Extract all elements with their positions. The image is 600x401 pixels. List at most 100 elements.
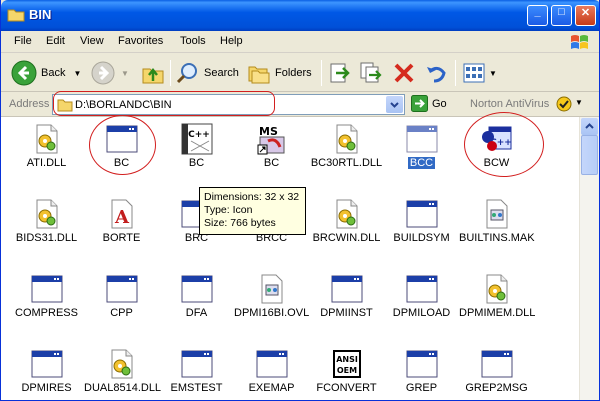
dll-icon	[481, 273, 513, 305]
views-dropdown-icon[interactable]: ▼	[489, 69, 497, 78]
close-button[interactable]: ✕	[575, 5, 596, 26]
search-label: Search	[204, 67, 239, 79]
file-name-text: BC	[263, 157, 280, 169]
file-name-text: GREP2MSG	[465, 382, 528, 394]
up-folder-button[interactable]	[141, 60, 165, 86]
dll-icon	[331, 123, 363, 155]
file-item[interactable]: MS BC	[234, 117, 309, 189]
file-item[interactable]: EXEMAP	[234, 342, 309, 400]
menu-tools[interactable]: Tools	[180, 35, 206, 47]
file-name-text: DUAL8514.DLL	[84, 382, 162, 394]
norton-shield-icon[interactable]	[556, 96, 572, 112]
svg-text:A: A	[114, 207, 130, 228]
file-item[interactable]: DUAL8514.DLL	[84, 342, 162, 400]
back-label: Back	[41, 67, 66, 79]
file-item[interactable]: DFA	[159, 267, 234, 339]
views-button[interactable]: ▼	[462, 60, 497, 86]
undo-button[interactable]	[424, 60, 448, 86]
scroll-thumb[interactable]	[581, 135, 598, 175]
file-item[interactable]: ATI.DLL	[9, 117, 84, 189]
file-item[interactable]: DPMI16BI.OVL	[234, 267, 309, 339]
menu-file[interactable]: File	[14, 35, 32, 47]
folders-button[interactable]: Folders	[247, 60, 312, 86]
file-item[interactable]: DPMILOAD	[384, 267, 459, 339]
go-button[interactable]: Go	[411, 95, 447, 112]
forward-dropdown-icon[interactable]: ▼	[121, 69, 129, 78]
file-item[interactable]: GREP2MSG	[459, 342, 534, 400]
file-item[interactable]: BCC	[384, 117, 459, 189]
menu-favorites[interactable]: Favorites	[118, 35, 163, 47]
back-button[interactable]: Back ▼	[11, 60, 81, 86]
file-name: BUILDSYM	[384, 232, 459, 244]
window-app-icon	[406, 273, 438, 305]
up-folder-icon	[142, 67, 164, 84]
document-icon	[481, 198, 513, 230]
file-name: DPMIMEM.DLL	[459, 307, 535, 319]
title-bar[interactable]: BIN _ □ ✕	[1, 0, 599, 31]
file-name: BC	[159, 157, 234, 169]
menu-help[interactable]: Help	[220, 35, 243, 47]
file-item[interactable]: GREP	[384, 342, 459, 400]
file-item[interactable]: BIDS31.DLL	[9, 192, 84, 264]
file-name-text: EMSTEST	[170, 382, 223, 394]
forward-button[interactable]: ▼	[91, 60, 129, 86]
file-item[interactable]: C++ BC	[159, 117, 234, 189]
file-name-text: FCONVERT	[316, 382, 377, 394]
file-name: BIDS31.DLL	[9, 232, 84, 244]
file-name: DPMIINST	[309, 307, 384, 319]
window-app-icon	[481, 348, 513, 380]
search-icon	[176, 63, 197, 84]
file-item[interactable]: ANSI OEM FCONVERT	[309, 342, 384, 400]
file-item[interactable]: BUILTINS.MAK	[459, 192, 535, 264]
file-item[interactable]: DPMIRES	[9, 342, 84, 400]
toolbar-separator	[321, 60, 322, 86]
move-to-button[interactable]	[328, 60, 352, 86]
file-item[interactable]: EMSTEST	[159, 342, 234, 400]
window-app-icon	[406, 198, 438, 230]
file-item[interactable]: A BORTE	[84, 192, 159, 264]
file-item[interactable]: BUILDSYM	[384, 192, 459, 264]
vertical-scrollbar[interactable]	[579, 117, 599, 400]
search-button[interactable]: Search	[176, 60, 239, 86]
file-name: GREP2MSG	[459, 382, 534, 394]
file-name-text: GREP	[405, 382, 438, 394]
svg-text:MS: MS	[259, 125, 278, 138]
dll-icon	[31, 123, 63, 155]
menu-edit[interactable]: Edit	[46, 35, 65, 47]
svg-text:C++: C++	[188, 130, 210, 140]
borland-cpp-icon: C++	[181, 123, 213, 155]
file-name-text: DPMIINST	[320, 307, 373, 319]
address-dropdown-button[interactable]	[386, 96, 403, 113]
file-item[interactable]: BRCWIN.DLL	[309, 192, 384, 264]
move-to-icon	[330, 63, 350, 83]
window-app-icon	[31, 273, 63, 305]
copy-to-button[interactable]	[359, 60, 383, 86]
back-arrow-icon	[11, 60, 37, 86]
folder-icon	[7, 9, 25, 22]
file-name-text: DPMILOAD	[392, 307, 451, 319]
file-name-text: BORTE	[102, 232, 141, 244]
file-name: GREP	[384, 382, 459, 394]
delete-button[interactable]	[392, 60, 416, 86]
file-name: DPMI16BI.OVL	[234, 307, 309, 319]
file-item[interactable]: DPMIINST	[309, 267, 384, 339]
norton-dropdown-icon[interactable]: ▼	[575, 98, 583, 107]
windows-logo-icon	[571, 35, 588, 49]
file-item[interactable]: CPP	[84, 267, 159, 339]
maximize-icon: □	[558, 6, 565, 18]
norton-antivirus-label: Norton AntiVirus	[470, 98, 550, 110]
menu-view[interactable]: View	[80, 35, 104, 47]
file-item[interactable]: BC30RTL.DLL	[309, 117, 384, 189]
back-dropdown-icon[interactable]: ▼	[73, 69, 81, 78]
address-label: Address	[9, 98, 50, 110]
file-name: CPP	[84, 307, 159, 319]
minimize-button[interactable]: _	[527, 5, 548, 26]
standard-toolbar: Back ▼ ▼ Search Folders ▼	[1, 54, 599, 92]
file-item[interactable]: COMPRESS	[9, 267, 84, 339]
scroll-up-button[interactable]	[581, 118, 598, 135]
maximize-button[interactable]: □	[551, 5, 572, 26]
file-name: BCC	[384, 157, 459, 169]
close-icon: ✕	[580, 7, 591, 19]
tooltip-line: Type: Icon	[204, 204, 253, 216]
file-item[interactable]: DPMIMEM.DLL	[459, 267, 535, 339]
